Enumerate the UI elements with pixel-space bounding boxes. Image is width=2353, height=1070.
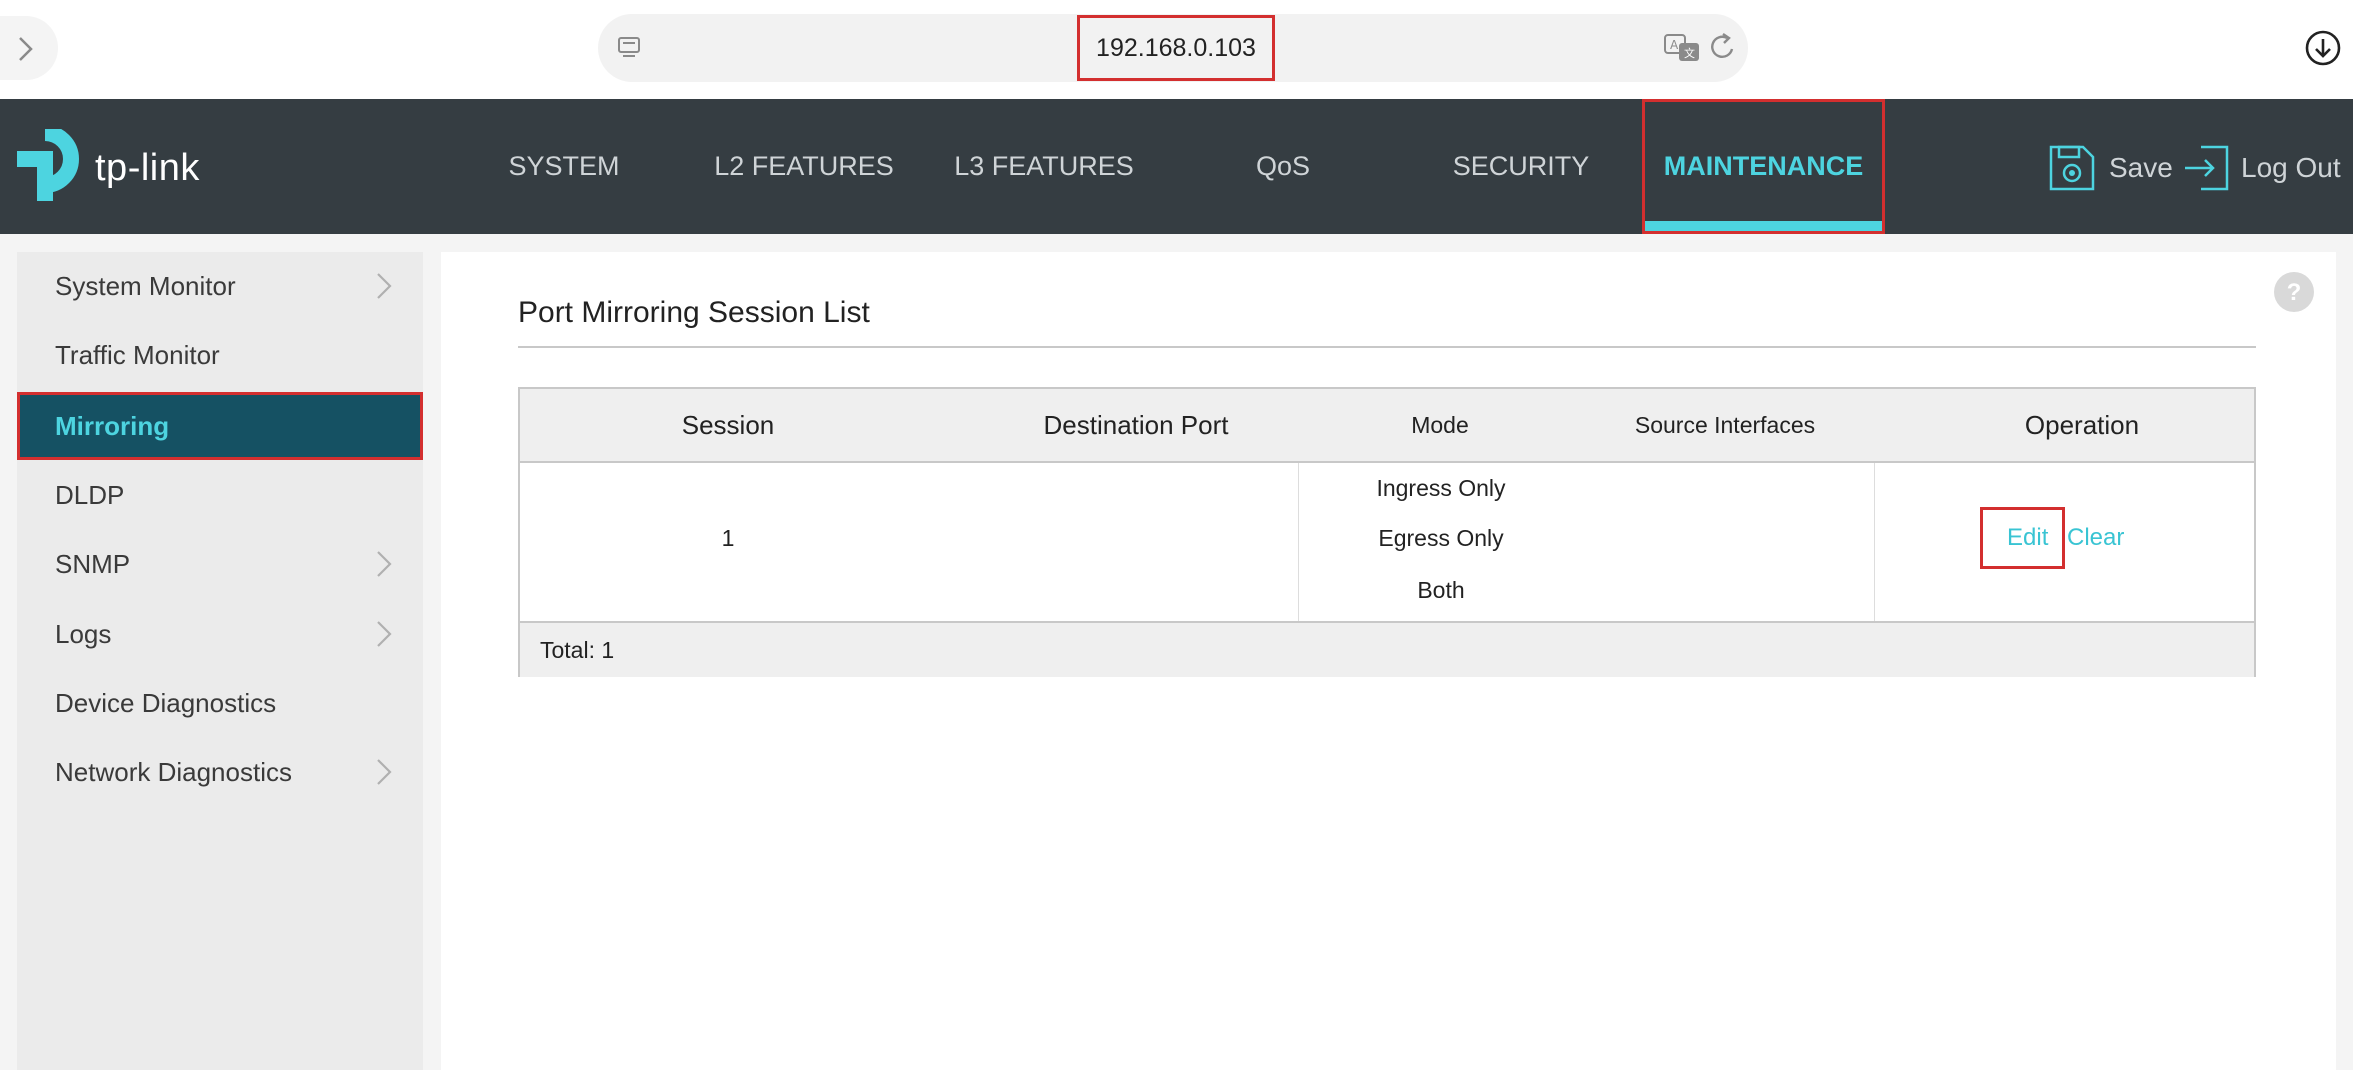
tab-icon xyxy=(618,37,640,57)
nav-l2-features[interactable]: L2 FEATURES xyxy=(700,99,908,234)
chevron-right-icon xyxy=(377,759,392,785)
logout-label: Log Out xyxy=(2241,152,2341,183)
save-gear-icon xyxy=(2049,145,2095,191)
logout-icon xyxy=(2185,145,2229,191)
svg-text:A: A xyxy=(1670,38,1679,52)
col-mode: Mode xyxy=(1411,412,1469,438)
translate-icon[interactable]: A 文 xyxy=(1663,32,1701,64)
mode-egress: Egress Only xyxy=(1378,525,1504,551)
sidebar-item-traffic-monitor[interactable]: Traffic Monitor xyxy=(17,321,423,389)
sidebar-item-label: DLDP xyxy=(55,480,125,510)
mode-ingress: Ingress Only xyxy=(1376,475,1506,501)
reload-icon[interactable] xyxy=(1708,31,1738,63)
top-navigation: tp-link SYSTEM L2 FEATURES L3 FEATURES Q… xyxy=(0,99,2353,234)
chevron-right-icon xyxy=(377,621,392,647)
col-destination-port: Destination Port xyxy=(1043,410,1229,440)
save-button[interactable]: Save xyxy=(2047,143,2173,193)
sidebar-item-mirroring[interactable]: Mirroring xyxy=(17,392,423,460)
total-count: Total: 1 xyxy=(540,637,615,663)
chevron-right-icon xyxy=(19,37,33,61)
nav-highlight-box xyxy=(1642,99,1885,234)
browser-toolbar: 192.168.0.103 A 文 xyxy=(0,0,2353,99)
nav-system[interactable]: SYSTEM xyxy=(486,99,642,234)
nav-security[interactable]: SECURITY xyxy=(1430,99,1612,234)
col-source-interfaces: Source Interfaces xyxy=(1634,412,1816,438)
sidebar: System Monitor Traffic Monitor Mirroring… xyxy=(17,252,423,1070)
logout-button[interactable]: Log Out xyxy=(2183,143,2341,193)
sidebar-item-label: System Monitor xyxy=(55,271,236,301)
sidebar-item-label: Mirroring xyxy=(55,411,170,441)
page-title: Port Mirroring Session List xyxy=(518,296,870,329)
download-icon[interactable] xyxy=(2304,29,2342,67)
nav-l3-features[interactable]: L3 FEATURES xyxy=(940,99,1148,234)
logo-mark-icon xyxy=(17,129,79,201)
table-footer: Total: 1 xyxy=(520,621,2254,677)
forward-button[interactable] xyxy=(0,16,58,80)
chevron-right-icon xyxy=(377,551,392,577)
url-text[interactable]: 192.168.0.103 xyxy=(1077,15,1275,81)
col-session: Session xyxy=(681,410,775,440)
tp-link-logo[interactable]: tp-link xyxy=(15,129,215,205)
save-label: Save xyxy=(2109,152,2173,183)
logo-text: tp-link xyxy=(95,147,200,189)
column-divider xyxy=(1874,463,1875,621)
sidebar-item-snmp[interactable]: SNMP xyxy=(17,530,423,598)
nav-qos[interactable]: QoS xyxy=(1228,99,1338,234)
session-id: 1 xyxy=(721,525,735,551)
sidebar-item-label: SNMP xyxy=(55,549,131,579)
mode-both: Both xyxy=(1417,577,1465,603)
sidebar-item-system-monitor[interactable]: System Monitor xyxy=(17,252,423,320)
sidebar-item-logs[interactable]: Logs xyxy=(17,600,423,668)
clear-link[interactable]: Clear xyxy=(2067,524,2124,552)
svg-text:?: ? xyxy=(2287,279,2302,306)
title-divider xyxy=(518,346,2256,348)
sidebar-item-label: Logs xyxy=(55,619,112,649)
sidebar-item-label: Network Diagnostics xyxy=(55,757,292,787)
chevron-right-icon xyxy=(377,273,392,299)
session-table: Session Destination Port Mode Source Int… xyxy=(518,387,2256,677)
sidebar-item-dldp[interactable]: DLDP xyxy=(17,461,423,529)
sidebar-item-device-diagnostics[interactable]: Device Diagnostics xyxy=(17,669,423,737)
sidebar-item-label: Device Diagnostics xyxy=(55,688,277,718)
edit-highlight-box xyxy=(1980,507,2065,569)
col-operation: Operation xyxy=(2024,410,2140,440)
table-header: Session Destination Port Mode Source Int… xyxy=(520,389,2254,463)
sidebar-item-label: Traffic Monitor xyxy=(55,340,220,370)
svg-text:文: 文 xyxy=(1684,46,1695,60)
help-icon[interactable]: ? xyxy=(2273,271,2315,313)
sidebar-item-network-diagnostics[interactable]: Network Diagnostics xyxy=(17,738,423,806)
